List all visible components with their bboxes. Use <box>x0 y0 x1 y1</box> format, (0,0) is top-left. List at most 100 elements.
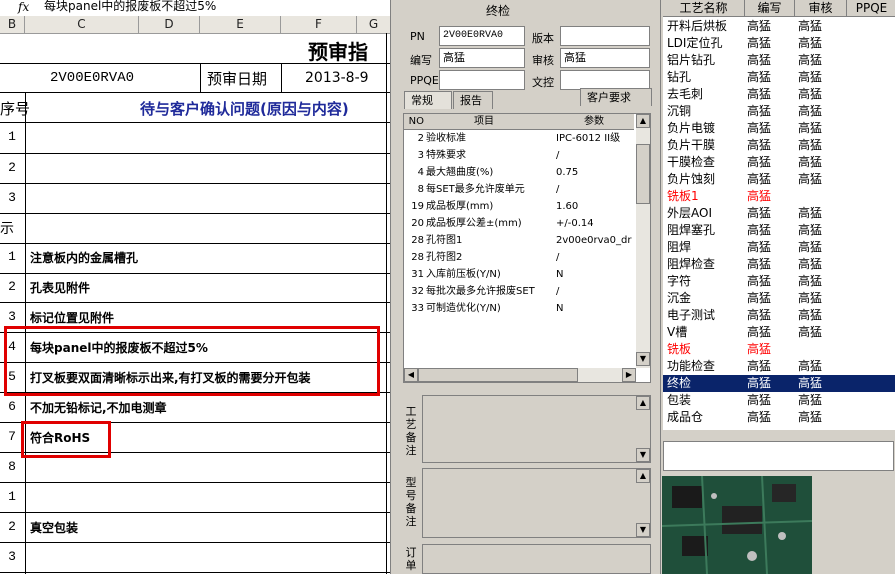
tab-general[interactable]: 常规 <box>404 91 452 109</box>
process-row[interactable]: 终检 高猛 高猛 <box>663 375 895 392</box>
process-row[interactable]: 负片蚀刻 高猛 高猛 <box>663 171 895 188</box>
grid-row[interactable]: 28 孔符图1 2v00e0rva0_dr <box>404 232 634 249</box>
scroll-right-icon[interactable]: ▶ <box>622 368 636 382</box>
process-row[interactable]: LDI定位孔 高猛 高猛 <box>663 35 895 52</box>
scroll-left-icon[interactable]: ◀ <box>404 368 418 382</box>
process-row[interactable]: 包装 高猛 高猛 <box>663 392 895 409</box>
param-grid[interactable]: NO 项目 参数 2 验收标准 IPC-6012 II级 3 特殊要求/ 4 最大翘曲度… <box>403 113 651 383</box>
grid-vscrollbar[interactable]: ▲ ▼ <box>636 114 650 368</box>
grid-row[interactable]: 32 每批次最多允许报废SET / <box>404 283 634 300</box>
pcb-image <box>662 476 812 574</box>
grid-val: 1.60 <box>556 201 579 212</box>
process-row[interactable]: 钻孔 高猛 高猛 <box>663 69 895 86</box>
grid-item: 孔符图1 <box>426 235 463 246</box>
tab-customer[interactable]: 客户要求 <box>580 88 652 106</box>
scroll-down-icon[interactable]: ▼ <box>636 352 650 366</box>
process-reviewer: 高猛 <box>798 359 823 373</box>
grid-no: 20 <box>411 218 424 229</box>
process-name: 铣板1 <box>667 189 699 203</box>
model-remark-field[interactable]: ▲ ▼ <box>422 468 651 538</box>
col-ppqe[interactable]: PPQE <box>847 0 895 17</box>
order-remark-field[interactable] <box>422 544 651 574</box>
process-author: 高猛 <box>747 70 772 84</box>
process-name: 沉铜 <box>667 104 692 118</box>
col-header-b[interactable]: B <box>0 16 25 33</box>
process-row[interactable]: 外层AOI 高猛 高猛 <box>663 205 895 222</box>
formula-bar[interactable]: fx 每块panel中的报废板不超过5% <box>0 0 390 17</box>
date-label: 预审日期 <box>207 70 268 88</box>
process-name: 外层AOI <box>667 206 712 220</box>
col-header-c[interactable]: C <box>25 16 139 33</box>
process-row[interactable]: 铝片钻孔 高猛 高猛 <box>663 52 895 69</box>
grid-row[interactable]: 31 入库前压板(Y/N) N <box>404 266 634 283</box>
scroll-down-icon[interactable]: ▼ <box>636 523 650 537</box>
tab-report[interactable]: 报告 <box>453 91 493 109</box>
process-row[interactable]: 阻焊检查 高猛 高猛 <box>663 256 895 273</box>
process-row[interactable]: 阻焊塞孔 高猛 高猛 <box>663 222 895 239</box>
process-row[interactable]: 去毛刺 高猛 高猛 <box>663 86 895 103</box>
grid-no: 31 <box>411 269 424 280</box>
formula-text[interactable]: 每块panel中的报废板不超过5% <box>44 0 216 14</box>
ppqe-field[interactable] <box>439 70 525 90</box>
grid-row[interactable]: 8 每SET最多允许废单元 / <box>404 181 634 198</box>
version-field[interactable] <box>560 26 650 46</box>
process-row[interactable]: 负片电镀 高猛 高猛 <box>663 120 895 137</box>
process-remark-label: 工艺备注 <box>405 405 417 457</box>
process-author: 高猛 <box>747 206 772 220</box>
review-field[interactable]: 高猛 <box>560 48 650 68</box>
author-field[interactable]: 高猛 <box>439 48 525 68</box>
sheet-title: 预审指 <box>308 40 368 64</box>
grid-row[interactable]: 33 可制造优化(Y/N) N <box>404 300 634 317</box>
grid-row[interactable]: 4 最大翘曲度(%) 0.75 <box>404 164 634 181</box>
grid-row[interactable]: 3 特殊要求 / <box>404 147 634 164</box>
grid-row[interactable]: 2 验收标准 IPC-6012 II级 <box>404 130 634 147</box>
pn-field[interactable]: 2V00E0RVA0 <box>439 26 525 46</box>
grid-val: / <box>556 150 560 161</box>
col-header-f[interactable]: F <box>281 16 357 33</box>
col-header-e[interactable]: E <box>200 16 281 33</box>
process-author: 高猛 <box>747 308 772 322</box>
process-row[interactable]: 成品仓 高猛 高猛 <box>663 409 895 426</box>
grid-hscrollbar[interactable]: ◀ ▶ <box>404 368 636 382</box>
process-row[interactable]: 功能检查 高猛 高猛 <box>663 358 895 375</box>
process-row[interactable]: 字符 高猛 高猛 <box>663 273 895 290</box>
process-row[interactable]: 负片干膜 高猛 高猛 <box>663 137 895 154</box>
process-list[interactable]: 工艺名称 编写 审核 PPQE 开料后烘板 高猛 高猛 LDI定位孔 高猛 高猛 铝片钻孔高… <box>663 0 895 430</box>
process-name: 钻孔 <box>667 70 692 84</box>
process-row[interactable]: 电子测试 高猛 高猛 <box>663 307 895 324</box>
process-row[interactable]: 铣板1 高猛 <box>663 188 895 205</box>
row-num: 8 <box>8 459 16 474</box>
col-author[interactable]: 编写 <box>745 0 795 17</box>
doc-field[interactable] <box>560 70 650 90</box>
col-process-name[interactable]: 工艺名称 <box>663 0 745 17</box>
col-header-d[interactable]: D <box>139 16 200 33</box>
process-author: 高猛 <box>747 325 772 339</box>
process-row[interactable]: 阻焊 高猛 高猛 <box>663 239 895 256</box>
grid-row[interactable]: 20 成品板厚公差±(mm) +/-0.14 <box>404 215 634 232</box>
process-reviewer: 高猛 <box>798 291 823 305</box>
process-note-field[interactable] <box>663 441 894 471</box>
scroll-thumb[interactable] <box>636 144 650 204</box>
col-reviewer[interactable]: 审核 <box>795 0 847 17</box>
row-header-no: 序号 <box>0 100 31 118</box>
grid-row[interactable]: 19 成品板厚(mm) 1.60 <box>404 198 634 215</box>
process-row[interactable]: 铣板 高猛 <box>663 341 895 358</box>
process-row[interactable]: V槽 高猛 高猛 <box>663 324 895 341</box>
hscroll-thumb[interactable] <box>418 368 578 382</box>
process-row[interactable]: 开料后烘板 高猛 高猛 <box>663 18 895 35</box>
scroll-down-icon[interactable]: ▼ <box>636 448 650 462</box>
process-reviewer: 高猛 <box>798 138 823 152</box>
scroll-up-icon[interactable]: ▲ <box>636 114 650 128</box>
process-row[interactable]: 沉金 高猛 高猛 <box>663 290 895 307</box>
grid-item: 可制造优化(Y/N) <box>426 303 501 314</box>
scroll-up-icon[interactable]: ▲ <box>636 396 650 410</box>
process-author: 高猛 <box>747 53 772 67</box>
author-label: 编写 <box>410 54 432 67</box>
process-remark-field[interactable]: ▲ ▼ <box>422 395 651 463</box>
scroll-up-icon[interactable]: ▲ <box>636 469 650 483</box>
col-header-g[interactable]: G <box>357 16 390 33</box>
grid-row[interactable]: 28 孔符图2 / <box>404 249 634 266</box>
process-name: 去毛刺 <box>667 87 704 101</box>
process-row[interactable]: 干膜检查 高猛 高猛 <box>663 154 895 171</box>
process-row[interactable]: 沉铜 高猛 高猛 <box>663 103 895 120</box>
